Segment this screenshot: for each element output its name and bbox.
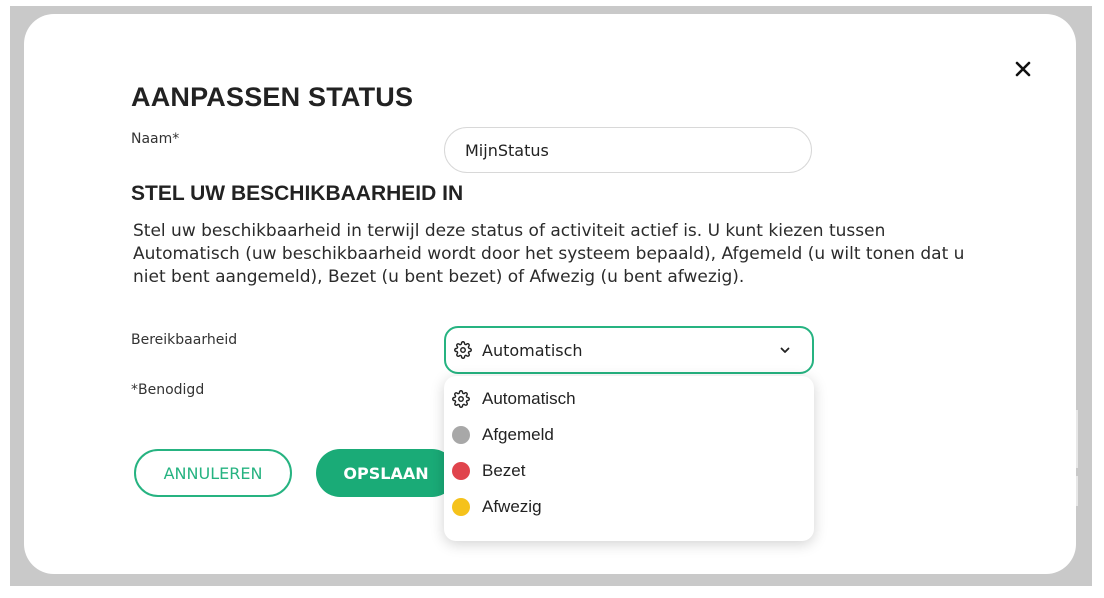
availability-section-title: STEL UW BESCHIKBAARHEID IN (131, 182, 464, 205)
availability-label: Bereikbaarheid (131, 332, 238, 348)
option-afwezig[interactable]: Afwezig (444, 489, 814, 525)
option-label: Automatisch (482, 389, 576, 408)
option-automatisch[interactable]: Automatisch (444, 381, 814, 417)
status-dot-yellow-icon (452, 498, 470, 516)
option-label: Bezet (482, 461, 526, 480)
save-button[interactable]: OPSLAAN (316, 449, 456, 497)
option-label: Afgemeld (482, 425, 554, 444)
edit-status-dialog: AANPASSEN STATUS Naam* STEL UW BESCHIKBA… (24, 14, 1076, 574)
name-label: Naam* (131, 131, 180, 147)
availability-select[interactable]: Automatisch (444, 326, 814, 374)
availability-selected-value: Automatisch (482, 340, 583, 360)
gear-icon (454, 341, 472, 359)
chevron-down-icon (772, 347, 798, 354)
status-dot-gray-icon (452, 426, 470, 444)
availability-description: Stel uw beschikbaarheid in terwijl deze … (133, 221, 965, 287)
option-afgemeld[interactable]: Afgemeld (444, 417, 814, 453)
cancel-button[interactable]: ANNULEREN (134, 449, 292, 497)
availability-options-list: Automatisch Afgemeld Bezet Afwezig (444, 376, 814, 541)
name-input[interactable] (444, 127, 812, 173)
close-button[interactable] (1008, 54, 1038, 84)
dialog-title: AANPASSEN STATUS (131, 82, 414, 112)
option-label: Afwezig (482, 497, 542, 516)
close-icon (1015, 61, 1031, 77)
status-dot-red-icon (452, 462, 470, 480)
gear-icon (452, 390, 470, 408)
option-bezet[interactable]: Bezet (444, 453, 814, 489)
required-note: *Benodigd (131, 382, 205, 398)
